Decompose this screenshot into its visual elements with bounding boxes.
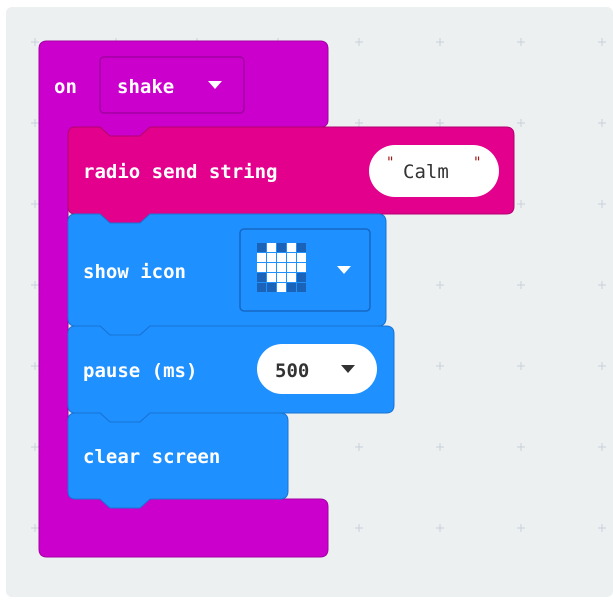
radio-send-string-block[interactable]: radio send string " Calm " xyxy=(67,126,515,224)
led-off xyxy=(287,283,296,292)
led-on xyxy=(277,253,286,262)
string-input[interactable]: " Calm " xyxy=(369,145,499,197)
led-on xyxy=(277,263,286,272)
led-on xyxy=(267,243,276,252)
led-off xyxy=(277,243,286,252)
led-on xyxy=(287,263,296,272)
open-quote-icon: " xyxy=(386,155,394,171)
show-icon-label: show icon xyxy=(83,261,186,283)
led-off xyxy=(267,283,276,292)
clear-screen-label: clear screen xyxy=(83,446,220,468)
led-off xyxy=(257,273,266,282)
led-on xyxy=(267,253,276,262)
led-on xyxy=(297,253,306,262)
led-on xyxy=(277,273,286,282)
string-input-value: Calm xyxy=(403,161,449,183)
led-on xyxy=(287,253,296,262)
led-off xyxy=(257,283,266,292)
led-on xyxy=(257,253,266,262)
led-on xyxy=(287,243,296,252)
icon-dropdown[interactable] xyxy=(239,228,371,312)
pause-label: pause (ms) xyxy=(83,360,197,382)
on-keyword: on xyxy=(54,76,77,98)
led-off xyxy=(297,243,306,252)
led-on xyxy=(287,273,296,282)
radio-send-string-label: radio send string xyxy=(83,161,277,183)
show-icon-block[interactable]: show icon xyxy=(67,213,387,336)
pause-block[interactable]: pause (ms) 500 xyxy=(67,325,395,423)
led-on xyxy=(277,283,286,292)
led-off xyxy=(297,273,306,282)
gesture-dropdown-value: shake xyxy=(117,76,174,98)
heart-led-icon xyxy=(257,243,306,292)
led-off xyxy=(257,243,266,252)
pause-duration-dropdown[interactable]: 500 xyxy=(257,344,377,394)
led-off xyxy=(297,283,306,292)
clear-screen-block[interactable]: clear screen xyxy=(67,412,289,509)
pause-duration-value: 500 xyxy=(275,360,309,382)
blocks-workspace[interactable]: on shake radio send string " Calm " show… xyxy=(6,7,613,597)
led-on xyxy=(297,263,306,272)
led-on xyxy=(257,263,266,272)
led-on xyxy=(267,273,276,282)
gesture-dropdown[interactable]: shake xyxy=(99,56,245,114)
close-quote-icon: " xyxy=(473,155,481,171)
led-on xyxy=(267,263,276,272)
